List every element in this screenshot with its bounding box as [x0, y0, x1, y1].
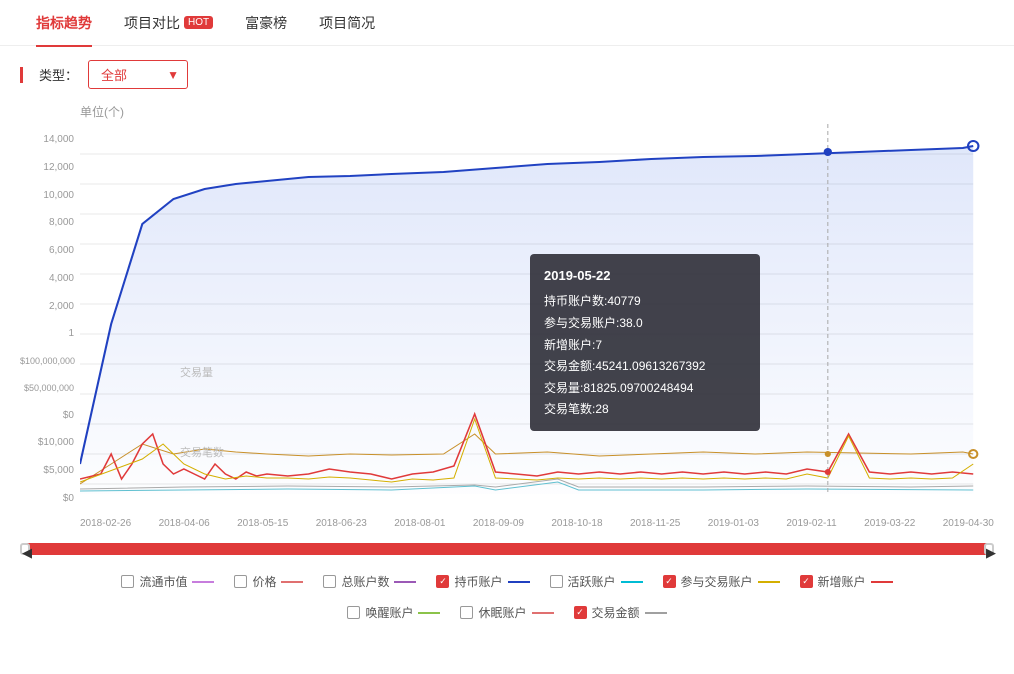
legend-label-xinzengzhanghushu: 新增账户 — [818, 573, 866, 590]
legend-checkbox-xiumian[interactable] — [460, 606, 473, 619]
legend-label-chichizhanghushu: 持币账户 — [454, 573, 502, 590]
legend-line-jiage — [281, 581, 303, 583]
chart-area: 单位(个) — [0, 103, 1014, 539]
legend-checkbox-huoyuezhanghushu[interactable] — [550, 575, 563, 588]
y-label-1: 1 — [20, 328, 78, 339]
scrollbar-thumb[interactable] — [20, 543, 994, 555]
legend-item-jiaoyijine[interactable]: 交易金额 — [574, 604, 667, 621]
legend-label-huoyuezhanghushu: 活跃账户 — [568, 573, 616, 590]
legend-item-huoyuezhanghushu[interactable]: 活跃账户 — [550, 573, 643, 590]
top-nav: 指标趋势 项目对比 HOT 富豪榜 项目简况 — [0, 0, 1014, 46]
y-label-12000: 12,000 — [20, 162, 78, 173]
type-select[interactable]: 全部 ▼ — [88, 60, 188, 89]
y-label-0b: $0 — [20, 493, 78, 504]
y-label-6000: 6,000 — [20, 245, 78, 256]
legend-checkbox-jiage[interactable] — [234, 575, 247, 588]
chart-container[interactable]: 14,000 12,000 10,000 8,000 6,000 4,000 2… — [20, 124, 994, 514]
legend-line-xiumian — [532, 612, 554, 614]
chevron-down-icon: ▼ — [167, 68, 179, 82]
legend-label-liutong: 流通市值 — [139, 573, 187, 590]
y-label-50m: $50,000,000 — [20, 383, 78, 393]
legend-label-xiumian: 休眠账户 — [478, 604, 526, 621]
legend-line-xinzengzhanghushu — [871, 581, 893, 583]
y-label-10k: $10,000 — [20, 437, 78, 448]
x-axis: 2018-02-26 2018-04-06 2018-05-15 2018-06… — [20, 514, 994, 529]
legend-item-chichizhanghushu[interactable]: 持币账户 — [436, 573, 529, 590]
legend-checkbox-jiaoyijine[interactable] — [574, 606, 587, 619]
chart-unit: 单位(个) — [20, 103, 994, 124]
hot-badge: HOT — [184, 16, 213, 29]
controls-bar: 类型： 全部 ▼ — [0, 46, 1014, 103]
legend-line-liutong — [192, 581, 214, 583]
nav-item-项目对比[interactable]: 项目对比 HOT — [108, 0, 229, 47]
y-label-100m: $100,000,000 — [20, 356, 78, 366]
legend-item-canyujiaoyi[interactable]: 参与交易账户 — [663, 573, 780, 590]
y-label-8000: 8,000 — [20, 217, 78, 228]
legend-item-huanxing[interactable]: 唤醒账户 — [347, 604, 440, 621]
legend-label-canyujiaoyi: 参与交易账户 — [681, 573, 753, 590]
legend-area-row2: 唤醒账户 休眠账户 交易金额 — [0, 600, 1014, 631]
scrollbar-area[interactable]: ◀ ▶ — [0, 539, 1014, 563]
legend-item-zongzhanghushu[interactable]: 总账户数 — [323, 573, 416, 590]
legend-label-huanxing: 唤醒账户 — [365, 604, 413, 621]
y-label-0a: $0 — [20, 410, 78, 421]
legend-label-zongzhanghushu: 总账户数 — [341, 573, 389, 590]
legend-line-huoyuezhanghushu — [621, 581, 643, 583]
nav-item-项目简况[interactable]: 项目简况 — [303, 0, 391, 47]
legend-line-canyujiaoyi — [758, 581, 780, 583]
legend-line-huanxing — [418, 612, 440, 614]
y-label-2000: 2,000 — [20, 301, 78, 312]
scrollbar-handle-left[interactable]: ◀ — [20, 543, 30, 555]
legend-item-liutong[interactable]: 流通市值 — [121, 573, 214, 590]
y-label-4000: 4,000 — [20, 273, 78, 284]
nav-item-指标趋势[interactable]: 指标趋势 — [20, 0, 108, 47]
legend-label-jiaoyijine: 交易金额 — [592, 604, 640, 621]
y-label-5k: $5,000 — [20, 465, 78, 476]
legend-line-chichizhanghushu — [508, 581, 530, 583]
legend-item-xiumian[interactable]: 休眠账户 — [460, 604, 553, 621]
type-indicator — [20, 67, 23, 83]
legend-checkbox-zongzhanghushu[interactable] — [323, 575, 336, 588]
legend-checkbox-huanxing[interactable] — [347, 606, 360, 619]
chart-label-jiaoyi-liang: 交易量 — [180, 364, 213, 380]
legend-area: 流通市值 价格 总账户数 持币账户 活跃账户 参与交易账户 新增账户 — [0, 563, 1014, 600]
type-label: 类型： — [39, 65, 78, 84]
legend-label-jiage: 价格 — [252, 573, 276, 590]
legend-checkbox-chichizhanghushu[interactable] — [436, 575, 449, 588]
legend-line-jiaoyijine — [645, 612, 667, 614]
y-label-10000: 10,000 — [20, 190, 78, 201]
legend-checkbox-xinzengzhanghushu[interactable] — [800, 575, 813, 588]
scrollbar-handle-right[interactable]: ▶ — [984, 543, 994, 555]
legend-checkbox-canyujiaoyi[interactable] — [663, 575, 676, 588]
legend-item-jiage[interactable]: 价格 — [234, 573, 303, 590]
y-label-14000: 14,000 — [20, 134, 78, 145]
legend-line-zongzhanghushu — [394, 581, 416, 583]
legend-checkbox-liutong[interactable] — [121, 575, 134, 588]
scrollbar-track[interactable]: ◀ ▶ — [20, 543, 994, 555]
nav-item-富豪榜[interactable]: 富豪榜 — [229, 0, 303, 47]
legend-item-xinzengzhanghushu[interactable]: 新增账户 — [800, 573, 893, 590]
chart-label-jiaoyi-bishu: 交易笔数 — [180, 444, 224, 460]
